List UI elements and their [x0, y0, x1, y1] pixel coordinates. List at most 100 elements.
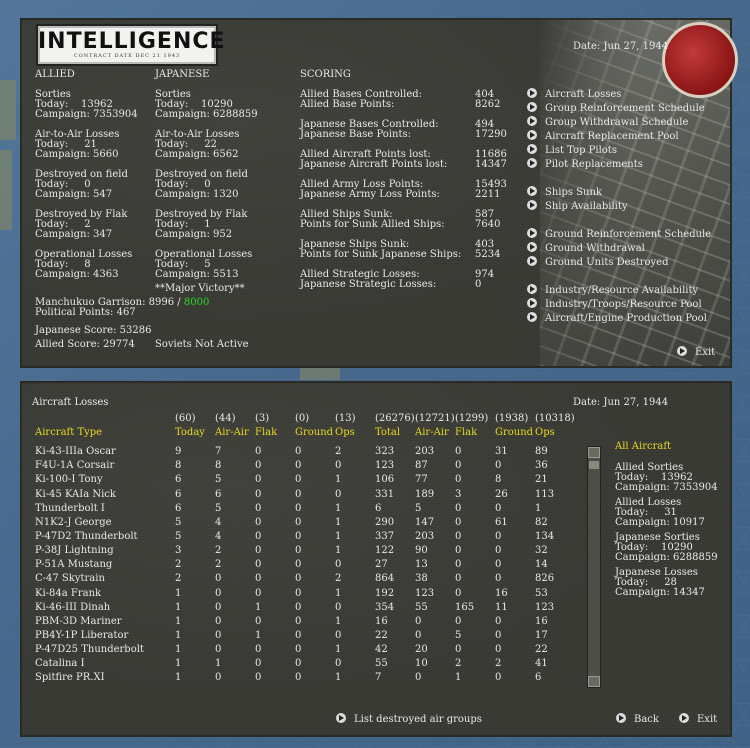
aircraft-name: N1K2-J George [35, 516, 112, 528]
table-cell: 7 [215, 446, 222, 457]
table-cell: 0 [335, 630, 342, 641]
table-cell: 0 [295, 630, 302, 641]
summary-japanese-sorties-campaign: Campaign: 6288859 [615, 552, 718, 563]
aircraft-name: C-47 Skytrain [35, 573, 105, 585]
logo-title: INTELLIGENCE [38, 29, 226, 54]
exit-button-bottom[interactable]: Exit [679, 713, 717, 725]
table-cell: 87 [415, 460, 428, 472]
column-total: (1299) [455, 413, 489, 424]
report-link[interactable]: Aircraft/Engine Production Pool [527, 312, 707, 324]
table-cell: 2 [215, 559, 222, 571]
table-cell: 123 [375, 460, 395, 472]
table-cell: 0 [495, 545, 502, 557]
column-header: Air-Air [215, 427, 249, 438]
report-link[interactable]: Aircraft Losses [527, 88, 621, 100]
table-cell: 1 [335, 615, 342, 627]
land-patch [0, 80, 16, 140]
manchukuo-required: 8000 [183, 297, 210, 308]
table-cell: 0 [295, 516, 302, 528]
report-link[interactable]: Industry/Troops/Resource Pool [527, 298, 702, 310]
exit-button[interactable]: Exit [677, 346, 715, 358]
table-cell: 0 [455, 615, 462, 627]
table-cell: 16 [375, 615, 388, 627]
report-link[interactable]: Ground Units Destroyed [527, 256, 669, 268]
scroll-up-button[interactable] [588, 447, 600, 458]
table-cell: 0 [455, 587, 462, 599]
table-cell: 0 [295, 587, 302, 599]
table-cell: 10 [415, 658, 428, 670]
summary-allied-sorties-campaign: Campaign: 7353904 [615, 482, 718, 493]
aircraft-name: P-47D25 Thunderbolt [35, 644, 144, 656]
scroll-thumb[interactable] [589, 461, 599, 469]
table-cell: 0 [415, 630, 422, 641]
table-cell: 53 [535, 587, 548, 599]
report-link[interactable]: Group Withdrawal Schedule [527, 116, 688, 128]
list-destroyed-air-groups-button[interactable]: List destroyed air groups [336, 713, 482, 725]
arrow-icon [527, 186, 537, 196]
arrow-icon [527, 242, 537, 252]
table-cell: 0 [495, 530, 502, 542]
aircraft-name: PB4Y-1P Liberator [35, 630, 129, 641]
arrow-icon [677, 346, 687, 356]
report-link[interactable]: Industry/Resource Availability [527, 284, 698, 296]
aircraft-name: Catalina I [35, 658, 85, 670]
table-cell: 189 [415, 488, 435, 500]
table-cell: 0 [295, 559, 302, 571]
report-link[interactable]: List Top Pilots [527, 144, 617, 156]
table-cell: 0 [495, 630, 502, 641]
table-cell: 36 [535, 460, 548, 472]
table-cell: 1 [455, 672, 462, 684]
aircraft-name: PBM-3D Mariner [35, 615, 122, 627]
table-cell: 0 [255, 658, 262, 670]
report-link[interactable]: Ground Withdrawal [527, 242, 645, 254]
table-cell: 0 [455, 573, 462, 585]
red-seal [662, 22, 738, 98]
table-cell: 8 [215, 460, 222, 472]
table-scrollbar[interactable] [587, 446, 601, 688]
allied-flak-campaign: Campaign: 347 [35, 229, 113, 240]
arrow-icon [527, 312, 537, 322]
table-cell: 165 [455, 601, 475, 613]
table-cell: 203 [415, 530, 435, 542]
table-cell: 16 [535, 615, 548, 627]
table-cell: 0 [415, 672, 422, 684]
report-link[interactable]: Group Reinforcement Schedule [527, 102, 705, 114]
aircraft-name: P-47D2 Thunderbolt [35, 530, 138, 542]
table-cell: 0 [215, 587, 222, 599]
scroll-down-button[interactable] [588, 676, 600, 687]
report-link[interactable]: Aircraft Replacement Pool [527, 130, 679, 142]
report-link-label: Aircraft Losses [545, 89, 622, 100]
major-victory-label: **Major Victory** [155, 283, 245, 294]
back-button[interactable]: Back [616, 713, 659, 725]
table-cell: 0 [255, 446, 262, 457]
table-cell: 0 [455, 545, 462, 557]
table-cell: 82 [535, 516, 548, 528]
report-link-label: List Top Pilots [545, 145, 617, 156]
table-cell: 1 [175, 601, 182, 613]
table-cell: 17 [535, 630, 548, 641]
scoring-value: 17290 [475, 129, 507, 140]
scoring-header: SCORING [300, 69, 351, 80]
table-cell: 2 [335, 573, 342, 585]
table-cell: 0 [455, 644, 462, 656]
table-cell: 2 [495, 658, 502, 670]
aircraft-name: Ki-43-IIIa Oscar [35, 446, 116, 457]
report-link[interactable]: Ships Sunk [527, 186, 602, 198]
scoring-label: Japanese Base Points: [300, 129, 411, 140]
land-patch [0, 150, 12, 230]
table-cell: 0 [255, 474, 262, 486]
table-cell: 55 [375, 658, 388, 670]
column-total: (1938) [495, 413, 529, 424]
report-link[interactable]: Ground Reinforcement Schedule [527, 228, 711, 240]
table-cell: 0 [455, 446, 462, 457]
scoring-label: Japanese Army Loss Points: [300, 189, 440, 200]
intelligence-logo: INTELLIGENCE CONTRACT DATE DEC 21 1943 [36, 24, 226, 66]
table-cell: 0 [295, 460, 302, 472]
column-total: (44) [215, 413, 236, 424]
table-cell: 0 [255, 530, 262, 542]
table-cell: 0 [295, 502, 302, 514]
report-link[interactable]: Ship Availability [527, 200, 628, 212]
table-cell: 5 [415, 502, 422, 514]
report-link[interactable]: Pilot Replacements [527, 158, 643, 170]
intelligence-summary-panel: INTELLIGENCE CONTRACT DATE DEC 21 1943 D… [20, 18, 738, 368]
